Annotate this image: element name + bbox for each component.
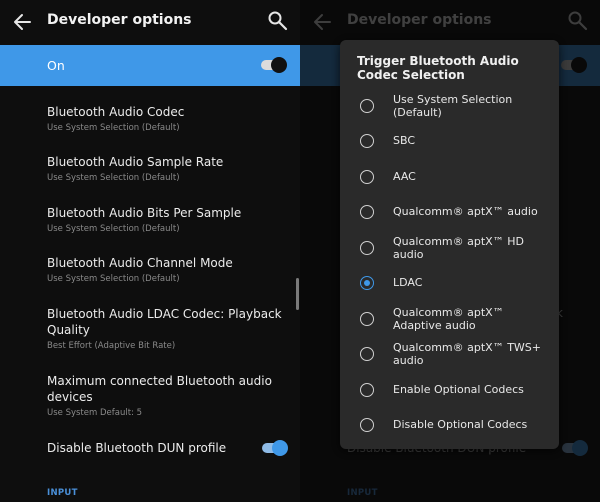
setting-bluetooth-audio-sample-rate[interactable]: Bluetooth Audio Sample Rate Use System S… (47, 154, 287, 184)
setting-bluetooth-audio-bits-per-sample[interactable]: Bluetooth Audio Bits Per Sample Use Syst… (47, 205, 287, 235)
radio-button[interactable] (360, 134, 374, 148)
setting-title: Bluetooth Audio Codec (47, 105, 185, 119)
developer-options-screen: Developer options On Bluetooth Audio Cod… (0, 0, 300, 502)
option-label: AAC (393, 170, 416, 183)
section-header-input: INPUT (47, 488, 78, 498)
radio-button[interactable] (360, 99, 374, 113)
option-label: Qualcomm® aptX™ TWS+ audio (393, 341, 541, 367)
codec-option[interactable]: Qualcomm® aptX™ TWS+ audio (340, 341, 559, 371)
setting-title: Maximum connected Bluetooth audio device… (47, 374, 272, 404)
toggle-knob (272, 440, 288, 456)
master-switch-label: On (47, 58, 65, 73)
codec-option[interactable]: Enable Optional Codecs (340, 383, 559, 413)
codec-option[interactable]: Qualcomm® aptX™ Adaptive audio (340, 306, 559, 336)
search-icon[interactable] (266, 9, 290, 33)
codec-option[interactable]: Qualcomm® aptX™ audio (340, 205, 559, 235)
radio-button[interactable] (360, 347, 374, 361)
option-label: Use System Selection (Default) (393, 93, 513, 119)
option-label: Enable Optional Codecs (393, 383, 524, 396)
setting-summary: Use System Selection (Default) (47, 123, 180, 133)
master-toggle[interactable] (261, 57, 287, 73)
setting-max-connected-bluetooth-devices[interactable]: Maximum connected Bluetooth audio device… (47, 373, 287, 419)
setting-summary: Use System Default: 5 (47, 408, 143, 418)
radio-button[interactable] (360, 418, 374, 432)
radio-button[interactable] (360, 170, 374, 184)
codec-selection-dialog: Trigger Bluetooth Audio Codec Selection … (340, 40, 559, 449)
setting-title: Bluetooth Audio Sample Rate (47, 155, 224, 169)
radio-button[interactable] (360, 241, 374, 255)
back-arrow-icon[interactable] (10, 10, 34, 34)
codec-option[interactable]: Qualcomm® aptX™ HD audio (340, 235, 559, 265)
dun-profile-label[interactable]: Disable Bluetooth DUN profile (47, 441, 226, 455)
radio-button[interactable] (360, 205, 374, 219)
scrollbar[interactable] (296, 278, 299, 310)
setting-title: Bluetooth Audio LDAC Codec: Playback Qua… (47, 307, 282, 337)
setting-title: Bluetooth Audio Bits Per Sample (47, 206, 242, 220)
dialog-title: Trigger Bluetooth Audio Codec Selection (357, 54, 519, 82)
radio-button[interactable] (360, 383, 374, 397)
app-bar: Developer options (0, 0, 300, 44)
option-label: LDAC (393, 276, 423, 289)
setting-bluetooth-audio-codec[interactable]: Bluetooth Audio Codec Use System Selecti… (47, 104, 287, 134)
setting-bluetooth-audio-channel-mode[interactable]: Bluetooth Audio Channel Mode Use System … (47, 255, 287, 285)
setting-summary: Use System Selection (Default) (47, 274, 180, 284)
setting-title: Bluetooth Audio Channel Mode (47, 256, 233, 270)
dun-profile-toggle[interactable] (262, 440, 288, 456)
setting-summary: Best Effort (Adaptive Bit Rate) (47, 341, 176, 351)
codec-option[interactable]: Disable Optional Codecs (340, 418, 559, 448)
setting-ldac-playback-quality[interactable]: Bluetooth Audio LDAC Codec: Playback Qua… (47, 306, 287, 352)
master-switch-bar[interactable]: On (0, 45, 300, 86)
setting-summary: Use System Selection (Default) (47, 173, 180, 183)
codec-option[interactable]: Use System Selection (Default) (340, 93, 559, 123)
option-label: SBC (393, 134, 416, 147)
option-label: Qualcomm® aptX™ HD audio (393, 235, 524, 261)
radio-button-selected[interactable] (360, 276, 374, 290)
setting-summary: Use System Selection (Default) (47, 224, 180, 234)
codec-option-selected[interactable]: LDAC (340, 276, 559, 306)
toggle-knob (271, 57, 287, 73)
page-title: Developer options (47, 12, 192, 28)
codec-option[interactable]: SBC (340, 134, 559, 164)
radio-button[interactable] (360, 312, 374, 326)
option-label: Qualcomm® aptX™ Adaptive audio (393, 306, 504, 332)
option-label: Qualcomm® aptX™ audio (393, 205, 538, 218)
option-label: Disable Optional Codecs (393, 418, 528, 431)
codec-option[interactable]: AAC (340, 170, 559, 200)
